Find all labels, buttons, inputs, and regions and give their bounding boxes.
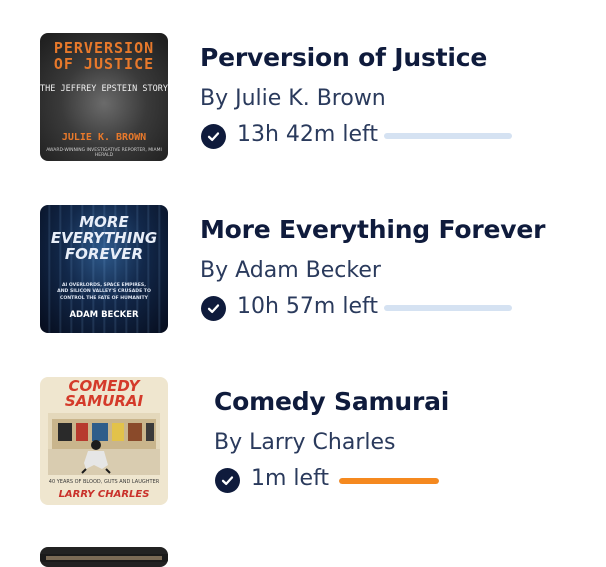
cover-tagline: AI OVERLORDS, SPACE EMPIRES, AND SILICON… <box>57 283 151 301</box>
time-left: 10h 57m left <box>237 294 378 319</box>
progress-fill <box>339 478 439 484</box>
list-item[interactable]: MORE EVERYTHING FOREVER AI OVERLORDS, SP… <box>0 172 606 333</box>
cover-title: MORE EVERYTHING FOREVER <box>50 213 158 263</box>
cover-author: JULIE K. BROWN <box>61 132 147 143</box>
progress-bar <box>339 478 439 484</box>
book-title[interactable]: More Everything Forever <box>200 215 545 244</box>
book-cover[interactable]: COMEDY SAMURAI 40 YEARS OF BLOOD, GUTS A… <box>40 377 168 505</box>
book-title[interactable]: Perversion of Justice <box>200 43 487 72</box>
cover-tagline: 40 YEARS OF BLOOD, GUTS AND LAUGHTER <box>48 479 160 485</box>
book-author: By Adam Becker <box>200 258 381 283</box>
cover-title: COMEDY SAMURAI <box>64 377 144 410</box>
book-cover[interactable] <box>40 547 168 567</box>
cover-author: ADAM BECKER <box>69 310 139 320</box>
list-item[interactable]: COMEDY SAMURAI 40 YEARS OF BLOOD, GUTS A… <box>0 344 606 505</box>
time-left: 13h 42m left <box>237 122 378 147</box>
cover-subtitle: THE JEFFREY EPSTEIN STORY <box>40 84 168 94</box>
checkmark-icon <box>201 296 226 321</box>
book-author: By Larry Charles <box>214 430 396 455</box>
cover-art <box>48 413 160 475</box>
cover-author: LARRY CHARLES <box>58 489 150 500</box>
book-title[interactable]: Comedy Samurai <box>214 387 449 416</box>
progress-bar <box>384 305 512 311</box>
list-item[interactable]: PERVERSION OF JUSTICE THE JEFFREY EPSTEI… <box>0 0 606 161</box>
book-author: By Julie K. Brown <box>200 86 386 111</box>
book-cover[interactable]: MORE EVERYTHING FOREVER AI OVERLORDS, SP… <box>40 205 168 333</box>
progress-bar <box>384 133 512 139</box>
checkmark-icon <box>215 468 240 493</box>
checkmark-icon <box>201 124 226 149</box>
book-cover[interactable]: PERVERSION OF JUSTICE THE JEFFREY EPSTEI… <box>40 33 168 161</box>
time-left: 1m left <box>251 466 330 491</box>
cover-tagline: AWARD-WINNING INVESTIGATIVE REPORTER, MI… <box>46 148 162 158</box>
cover-title: PERVERSION OF JUSTICE <box>53 39 155 73</box>
